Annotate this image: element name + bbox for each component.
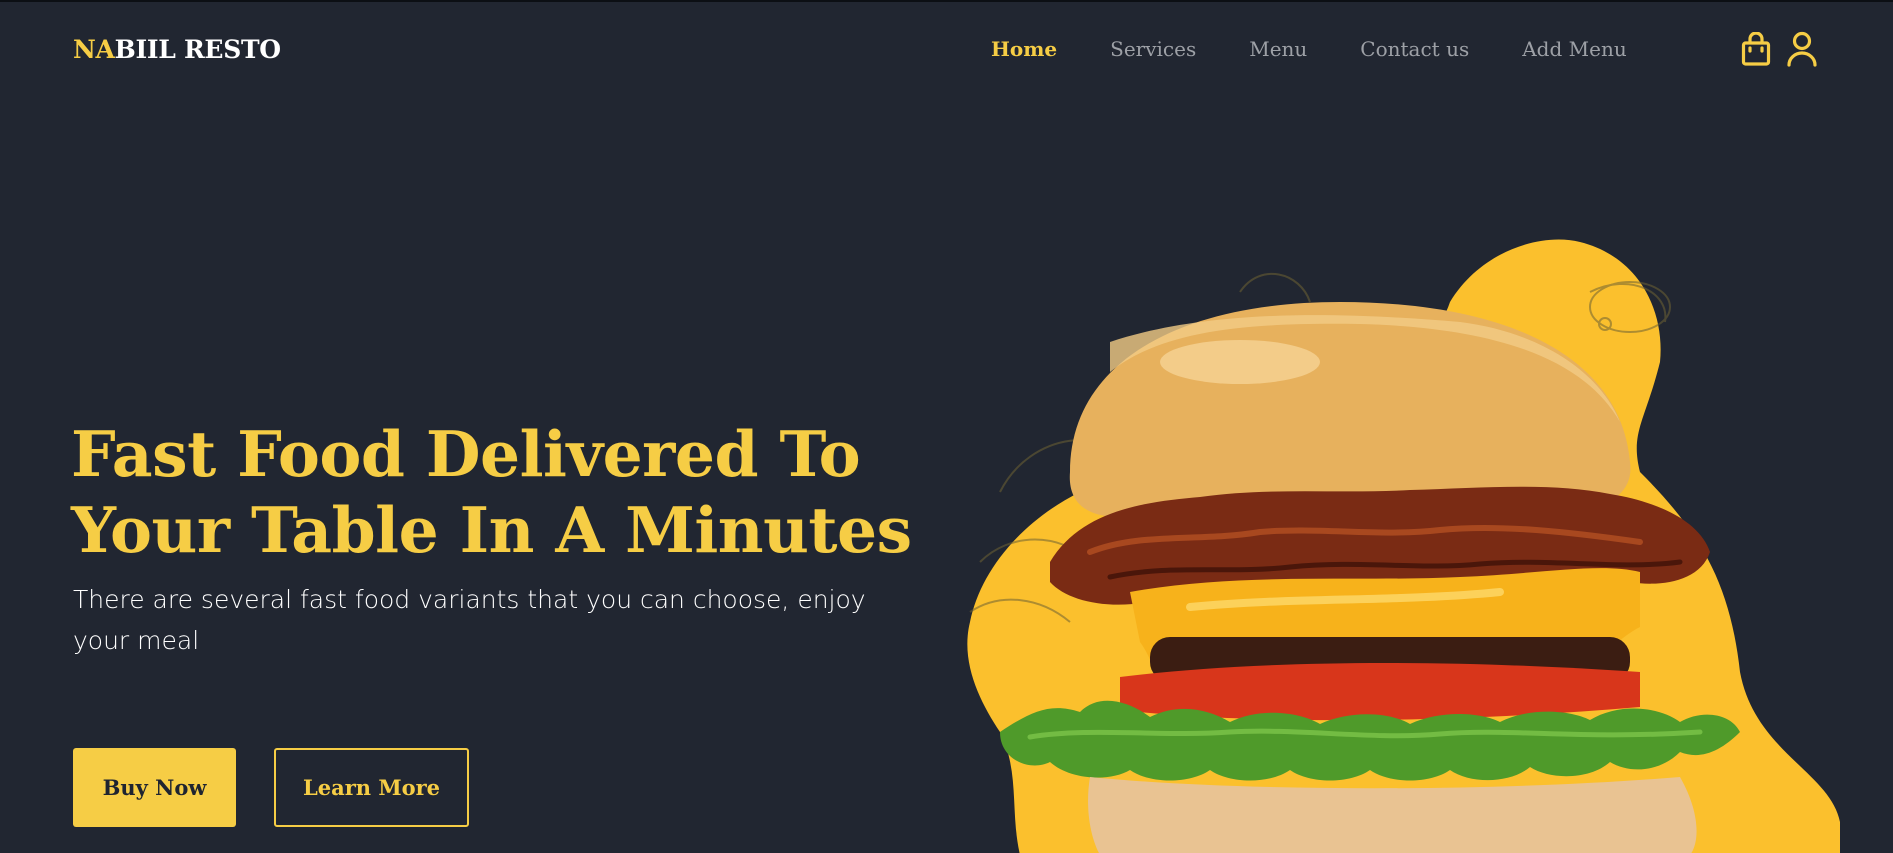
brand-logo-accent: NA <box>73 35 115 64</box>
nav-item-menu[interactable]: Menu <box>1249 37 1307 61</box>
brand-logo-rest: BIIL RESTO <box>114 35 281 64</box>
nav-item-services[interactable]: Services <box>1110 37 1196 61</box>
burger-bottom-bun <box>1088 777 1697 853</box>
nav-item-home[interactable]: Home <box>991 37 1057 61</box>
nav-item-add-menu[interactable]: Add Menu <box>1522 37 1626 61</box>
nav-item-contact-us[interactable]: Contact us <box>1360 37 1469 61</box>
main-nav: Home Services Menu Contact us Add Menu <box>991 37 1627 61</box>
learn-more-button[interactable]: Learn More <box>274 748 469 827</box>
brand-logo[interactable]: NABIIL RESTO <box>73 35 281 64</box>
hero-subtitle: There are several fast food variants tha… <box>73 585 866 655</box>
user-icon[interactable] <box>1785 30 1819 68</box>
hero-title: Fast Food Delivered To Your Table In A M… <box>71 417 912 567</box>
landing-page: NABIIL RESTO Home Services Menu Contact … <box>0 0 1893 853</box>
nav-icons <box>1739 30 1819 68</box>
shopping-bag-icon[interactable] <box>1739 30 1773 68</box>
burger-image <box>940 232 1893 853</box>
buy-now-button[interactable]: Buy Now <box>73 748 236 827</box>
